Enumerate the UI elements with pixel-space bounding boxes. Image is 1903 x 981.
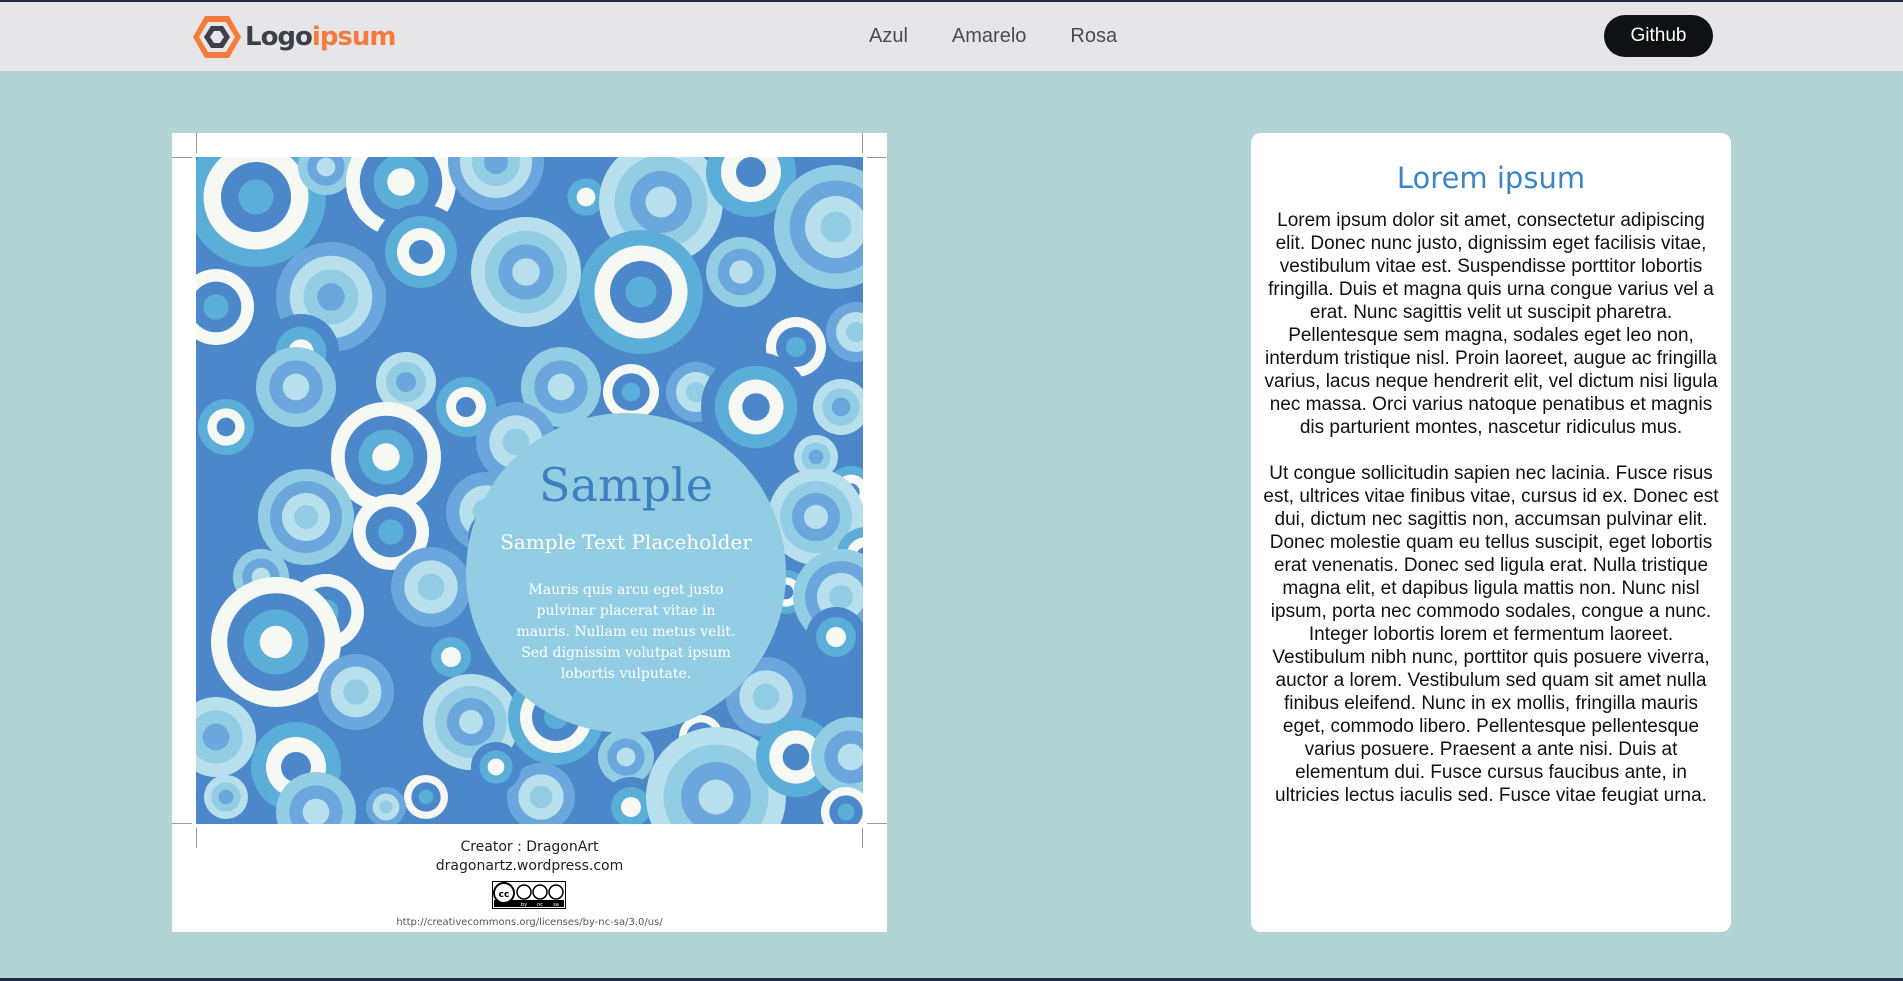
- poster-art: Sample Sample Text Placeholder Mauris qu…: [196, 157, 863, 824]
- pattern-circle: [782, 743, 810, 771]
- pattern-circle: [512, 258, 540, 286]
- pattern-circle: [804, 505, 828, 529]
- poster-body-line: Sed dignissim volutpat ipsum: [521, 645, 731, 661]
- poster-subtitle: Sample Text Placeholder: [500, 530, 752, 554]
- pattern-circle: [786, 337, 806, 357]
- logo[interactable]: Logoipsum: [191, 12, 397, 62]
- pattern-circle: [379, 800, 393, 814]
- pattern-circle: [576, 187, 596, 207]
- pattern-circle: [409, 240, 433, 264]
- crop-mark: [196, 133, 197, 153]
- pattern-circle: [742, 393, 770, 421]
- pattern-circle: [387, 168, 415, 196]
- pattern-circle: [808, 449, 824, 465]
- logo-text-primary: Logo: [245, 22, 313, 52]
- nav-link-rosa[interactable]: Rosa: [1070, 25, 1117, 48]
- pattern-circle: [837, 803, 855, 821]
- pattern-circle: [621, 382, 641, 402]
- card-paragraph-1: Lorem ipsum dolor sit amet, consectetur …: [1264, 210, 1718, 438]
- pattern-circle: [441, 647, 461, 667]
- main-nav: Azul Amarelo Rosa: [869, 2, 1117, 71]
- pattern-circle: [752, 683, 780, 711]
- poster-creator: Creator : DragonArt: [460, 839, 599, 855]
- pattern-circle: [621, 797, 641, 817]
- pattern-circle: [216, 417, 236, 437]
- svg-text:cc: cc: [499, 890, 510, 900]
- pattern-circle: [829, 585, 853, 609]
- github-button[interactable]: Github: [1604, 15, 1713, 57]
- badge-label-nc: nc: [537, 902, 543, 908]
- card-title: Lorem ipsum: [1396, 161, 1586, 195]
- pattern-circle: [218, 789, 234, 805]
- pattern-circle: [396, 372, 416, 392]
- crop-mark: [867, 157, 887, 158]
- logo-text-accent: ipsum: [311, 22, 397, 52]
- lorem-card: Lorem ipsum Lorem ipsum dolor sit amet, …: [1251, 133, 1731, 932]
- pattern-circle: [698, 779, 734, 815]
- pattern-circle: [826, 627, 846, 647]
- card-paragraph-2: Ut congue sollicitudin sapien nec lacini…: [1263, 463, 1719, 806]
- pattern-circle: [238, 179, 274, 215]
- nav-link-amarelo[interactable]: Amarelo: [952, 25, 1026, 48]
- pattern-circle: [282, 373, 310, 401]
- pattern-circle: [203, 294, 229, 320]
- poster-body-line: Mauris quis arcu eget justo: [528, 582, 723, 598]
- pattern-circle: [378, 519, 404, 545]
- top-navbar: Logoipsum Azul Amarelo Rosa Github: [0, 2, 1903, 71]
- crop-mark: [172, 157, 192, 158]
- crop-mark: [862, 133, 863, 153]
- poster-body-line: lobortis vulputate.: [561, 666, 691, 682]
- pattern-circle: [316, 157, 336, 177]
- pattern-circle: [645, 186, 677, 218]
- crop-mark: [867, 823, 887, 824]
- pattern-circle: [487, 758, 505, 776]
- nav-link-azul[interactable]: Azul: [869, 25, 908, 48]
- badge-label-by: by: [521, 902, 527, 908]
- pattern-circle: [729, 260, 753, 284]
- pattern-circle: [202, 723, 230, 751]
- cc-license-badge-icon: cc by nc sa: [492, 881, 566, 909]
- pattern-circle: [317, 283, 345, 311]
- pattern-circle: [616, 747, 636, 767]
- pattern-circle: [294, 505, 318, 529]
- pattern-circle: [820, 211, 852, 243]
- poster-license-url: http://creativecommons.org/licenses/by-n…: [396, 917, 663, 928]
- poster-body-line: pulvinar placerat vitae in: [537, 603, 716, 619]
- poster-title: Sample: [539, 458, 713, 512]
- pattern-circle: [418, 789, 434, 805]
- poster-site: dragonartz.wordpress.com: [435, 858, 624, 874]
- pattern-circle: [529, 785, 553, 809]
- pattern-circle: [372, 443, 400, 471]
- pattern-circle: [456, 397, 476, 417]
- badge-label-sa: sa: [553, 902, 559, 908]
- logo-text: Logoipsum: [245, 22, 397, 52]
- pattern-circle: [831, 397, 851, 417]
- pattern-circle: [547, 373, 575, 401]
- logo-hexagon-icon: [193, 16, 241, 58]
- poster-body-line: mauris. Nullam eu metus velit.: [516, 624, 735, 640]
- circles-pattern: Sample Sample Text Placeholder Mauris qu…: [196, 157, 863, 824]
- pattern-circle: [459, 710, 483, 734]
- pattern-circle: [259, 625, 293, 659]
- pattern-circle: [417, 573, 445, 601]
- poster-image: Sample Sample Text Placeholder Mauris qu…: [172, 133, 887, 932]
- pattern-circle: [625, 276, 657, 308]
- crop-mark: [172, 823, 192, 824]
- pattern-circle: [736, 157, 766, 187]
- pattern-circle: [343, 679, 369, 705]
